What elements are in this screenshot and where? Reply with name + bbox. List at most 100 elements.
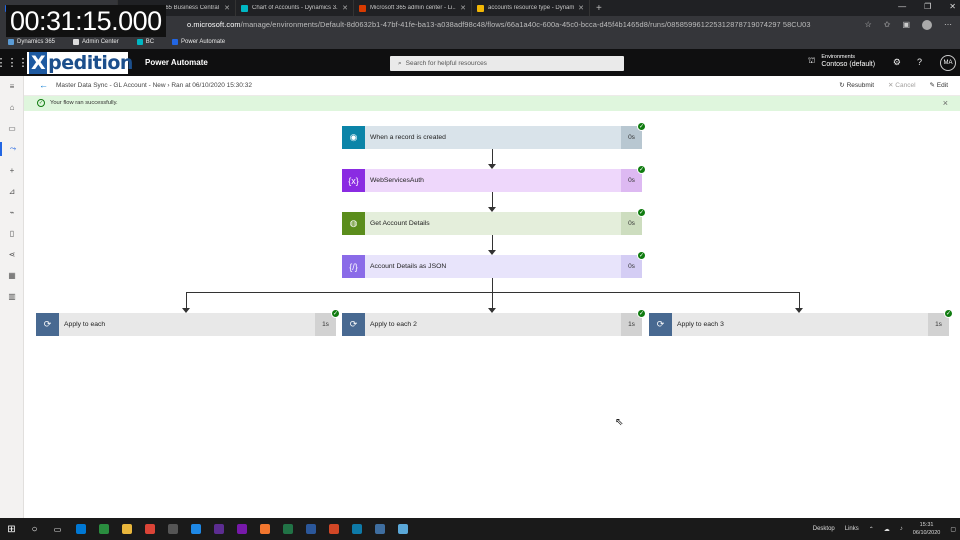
step-success-check-icon: ✓ [637, 122, 646, 131]
hamburger-menu-icon[interactable]: ≡ [0, 79, 24, 93]
app-icon [121, 524, 132, 534]
data-icon[interactable]: ▯ [0, 226, 24, 240]
browser-tab[interactable]: accounts resource type - Dynam... ✕ [472, 0, 590, 16]
ai-builder-icon[interactable]: ▦ [0, 268, 24, 282]
taskbar-app-icon[interactable] [161, 518, 184, 540]
taskbar-app-icon[interactable] [69, 518, 92, 540]
app-name[interactable]: Power Automate [145, 58, 208, 67]
network-icon[interactable]: ☁ [884, 526, 890, 533]
bookmark-icon [136, 39, 143, 45]
taskbar-app-icon[interactable] [184, 518, 207, 540]
apply-to-each-step[interactable]: ⟳ Apply to each 3 1s ✓ [649, 309, 953, 336]
resubmit-icon: ↻ [839, 82, 845, 89]
monitor-icon[interactable]: ⋖ [0, 247, 24, 261]
edit-label: Edit [936, 82, 948, 89]
links-toolbar-label[interactable]: Links [845, 526, 859, 532]
star-icon[interactable]: ☆ [865, 20, 872, 30]
clock-date: 06/10/2020 [912, 530, 941, 536]
tab-close-icon[interactable]: ✕ [460, 4, 466, 12]
tab-favicon-icon [241, 4, 248, 12]
apply-to-each-step[interactable]: ⟳ Apply to each 1s ✓ [36, 309, 340, 336]
search-taskbar-icon[interactable]: ○ [23, 518, 46, 540]
flow-step[interactable]: {/} Account Details as JSON 0s ✓ [342, 251, 646, 278]
back-arrow-icon[interactable]: ← [39, 80, 48, 90]
taskbar-app-icon[interactable] [391, 518, 414, 540]
environment-icon: ⛫ [808, 56, 816, 65]
tab-close-icon[interactable]: ✕ [578, 4, 584, 12]
tab-favicon-icon [477, 4, 484, 12]
dismiss-banner-icon[interactable]: × [943, 98, 948, 108]
tab-close-icon[interactable]: ✕ [224, 4, 230, 12]
browser-tab[interactable]: Microsoft 365 admin center - Li... ✕ [354, 0, 472, 16]
url-text[interactable]: o.microsoft.com/manage/environments/Defa… [187, 20, 811, 29]
taskbar-app-icon[interactable] [207, 518, 230, 540]
taskbar-app-icon[interactable] [276, 518, 299, 540]
step-success-check-icon: ✓ [637, 251, 646, 260]
bookmark-power-automate[interactable]: Power Automate [172, 39, 225, 45]
bookmark-label: Dynamics 365 [17, 39, 56, 45]
app-launcher-icon[interactable]: ⋮⋮⋮ [0, 49, 29, 76]
flow-step[interactable]: ◍ Get Account Details 0s ✓ [342, 208, 646, 235]
close-window-icon[interactable]: ✕ [949, 2, 956, 11]
header-icons: ⚙ ? [893, 57, 922, 68]
taskbar-app-icon[interactable] [345, 518, 368, 540]
flow-step[interactable]: {x} WebServicesAuth 0s ✓ [342, 165, 646, 192]
windows-start-icon[interactable]: ⊞ [0, 518, 23, 540]
taskbar-app-icon[interactable] [115, 518, 138, 540]
flow-step[interactable]: ◉ When a record is created 0s ✓ [342, 122, 646, 149]
taskbar-app-icon[interactable] [230, 518, 253, 540]
learn-icon[interactable]: ▥ [0, 289, 24, 303]
cancel-label: Cancel [895, 82, 916, 89]
settings-icon[interactable]: ⚙ [893, 57, 901, 68]
search-input[interactable]: ⌕ Search for helpful resources [390, 56, 624, 71]
edit-button[interactable]: ✎ Edit [930, 81, 948, 89]
taskbar-app-icon[interactable] [322, 518, 345, 540]
resubmit-button[interactable]: ↻ Resubmit [839, 81, 874, 89]
logo-mark: X [29, 52, 48, 74]
my-flows-icon[interactable]: ⤳ [0, 142, 24, 156]
notifications-icon[interactable]: ▢ [950, 526, 956, 533]
taskbar-app-icon[interactable] [253, 518, 276, 540]
create-icon[interactable]: + [0, 163, 24, 177]
action-items-icon[interactable]: ▭ [0, 121, 24, 135]
bookmark-admin-center[interactable]: Admin Center [73, 39, 119, 45]
volume-icon[interactable]: ♪ [900, 526, 903, 532]
command-bar: ← Master Data Sync - GL Account - New › … [24, 76, 960, 96]
success-message: Your flow ran successfully. [50, 100, 118, 106]
collections-icon[interactable]: ▣ [902, 20, 910, 30]
tab-close-icon[interactable]: ✕ [342, 4, 348, 12]
templates-icon[interactable]: ⊿ [0, 184, 24, 198]
task-view-icon[interactable]: ▭ [46, 518, 69, 540]
tab-title: Microsoft 365 admin center - Li... [370, 5, 457, 11]
more-icon[interactable]: ⋯ [944, 20, 952, 30]
connector-line [491, 235, 493, 250]
bookmark-bc[interactable]: BC [136, 39, 154, 45]
connector-line [491, 192, 493, 207]
maximize-icon[interactable]: ❐ [924, 2, 931, 11]
user-avatar[interactable]: MA [940, 55, 956, 71]
favorites-icon[interactable]: ✩ [884, 20, 891, 30]
tray-chevron-icon[interactable]: ⌃ [869, 526, 874, 533]
new-tab-button[interactable]: + [590, 3, 608, 14]
connector-line [491, 149, 493, 164]
taskbar-app-icon[interactable] [138, 518, 161, 540]
cancel-button[interactable]: ✕ Cancel [888, 81, 916, 89]
home-icon[interactable]: ⌂ [0, 100, 24, 114]
connector-line [491, 278, 493, 292]
apply-to-each-step[interactable]: ⟳ Apply to each 2 1s ✓ [342, 309, 646, 336]
step-icon: ⟳ [649, 313, 672, 336]
bookmark-icon [73, 39, 80, 45]
taskbar-app-icon[interactable] [92, 518, 115, 540]
browser-toolbar-icons: ☆ ✩ ▣ ⋯ [865, 20, 952, 30]
help-icon[interactable]: ? [917, 57, 922, 68]
browser-tab[interactable]: Chart of Accounts - Dynamics 3... ✕ [236, 0, 354, 16]
connectors-icon[interactable]: ⌁ [0, 205, 24, 219]
taskbar-app-icon[interactable] [299, 518, 322, 540]
desktop-toolbar-label[interactable]: Desktop [813, 526, 835, 532]
bookmark-dynamics-365[interactable]: Dynamics 365 [8, 39, 55, 45]
taskbar-app-icon[interactable] [368, 518, 391, 540]
profile-avatar[interactable] [922, 20, 932, 30]
clock[interactable]: 15:31 06/10/2020 [913, 521, 941, 537]
environment-picker[interactable]: ⛫ Environments Contoso (default) [808, 54, 875, 68]
minimize-icon[interactable]: — [898, 2, 906, 11]
